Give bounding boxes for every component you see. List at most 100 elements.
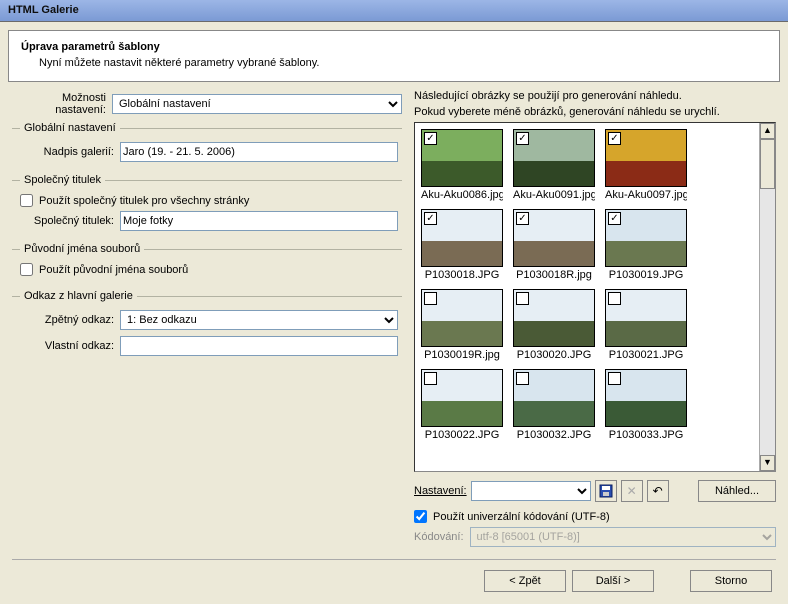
page-title: Úprava parametrů šablony <box>21 41 767 53</box>
scroll-up-icon[interactable]: ▲ <box>760 123 775 139</box>
fs-orig-names: Původní jména souborů Použít původní jmé… <box>12 243 402 284</box>
thumbnail-checkbox[interactable] <box>424 292 437 305</box>
thumbnail-caption: P1030032.JPG <box>513 429 595 441</box>
use-common-checkbox[interactable] <box>20 194 33 207</box>
encoding-select: utf-8 [65001 (UTF-8)] <box>470 527 776 547</box>
thumbnail-checkbox[interactable]: ✓ <box>608 132 621 145</box>
thumbnail-item[interactable]: ✓ Aku-Aku0086.jpg <box>421 129 503 201</box>
thumbnail-checkbox[interactable] <box>608 372 621 385</box>
note-line1: Následující obrázky se použijí pro gener… <box>414 90 776 102</box>
gallery-title-label: Nadpis galerií: <box>20 146 120 158</box>
thumbnail-item[interactable]: P1030032.JPG <box>513 369 595 441</box>
fs-link-legend: Odkaz z hlavní galerie <box>20 290 137 302</box>
thumbnail-item[interactable]: ✓ P1030019.JPG <box>605 209 687 281</box>
thumbnail-image[interactable]: ✓ <box>421 129 503 187</box>
thumbnail-checkbox[interactable]: ✓ <box>424 132 437 145</box>
scroll-thumb[interactable] <box>760 139 775 189</box>
utf8-label: Použít univerzální kódování (UTF-8) <box>433 511 610 523</box>
fs-main-link: Odkaz z hlavní galerie Zpětný odkaz: 1: … <box>12 290 402 362</box>
note-line2: Pokud vyberete méně obrázků, generování … <box>414 106 776 118</box>
thumbnail-caption: P1030019.JPG <box>605 269 687 281</box>
common-title-input[interactable] <box>120 211 398 231</box>
use-orig-checkbox[interactable] <box>20 263 33 276</box>
undo-icon: ↶ <box>653 484 663 498</box>
common-title-label: Společný titulek: <box>20 215 120 227</box>
encoding-label: Kódování: <box>414 531 470 543</box>
thumbnail-image[interactable]: ✓ <box>513 129 595 187</box>
thumbnail-item[interactable]: P1030022.JPG <box>421 369 503 441</box>
save-button[interactable] <box>595 480 617 502</box>
thumbnail-item[interactable]: ✓ P1030018R.jpg <box>513 209 595 281</box>
thumbnail-caption: Aku-Aku0091.jpg <box>513 189 595 201</box>
thumbnail-item[interactable]: ✓ Aku-Aku0091.jpg <box>513 129 595 201</box>
thumbnail-caption: P1030022.JPG <box>421 429 503 441</box>
thumbnail-caption: P1030018.JPG <box>421 269 503 281</box>
thumbnails-grid: ✓ Aku-Aku0086.jpg ✓ Aku-Aku0091.jpg ✓ Aku-Aku… <box>415 123 759 471</box>
back-button[interactable]: < Zpět <box>484 570 566 592</box>
fs-orig-legend: Původní jména souborů <box>20 243 144 255</box>
thumbnail-checkbox[interactable]: ✓ <box>608 212 621 225</box>
back-link-select[interactable]: 1: Bez odkazu <box>120 310 398 330</box>
thumbnail-item[interactable]: P1030033.JPG <box>605 369 687 441</box>
thumbnail-checkbox[interactable] <box>608 292 621 305</box>
options-label: Možnosti nastavení: <box>12 92 112 116</box>
preview-button[interactable]: Náhled... <box>698 480 776 502</box>
page-description: Nyní můžete nastavit některé parametry v… <box>39 57 767 69</box>
thumbnail-image[interactable] <box>513 289 595 347</box>
thumbnail-image[interactable] <box>421 369 503 427</box>
thumbnail-caption: P1030018R.jpg <box>513 269 595 281</box>
button-bar: < Zpět Další > Storno <box>12 559 776 592</box>
thumbnail-checkbox[interactable]: ✓ <box>516 212 529 225</box>
fs-common-legend: Společný titulek <box>20 174 105 186</box>
thumbnail-item[interactable]: ✓ P1030018.JPG <box>421 209 503 281</box>
delete-icon: ✕ <box>627 484 637 498</box>
undo-button[interactable]: ↶ <box>647 480 669 502</box>
title-bar: HTML Galerie <box>0 0 788 22</box>
next-button[interactable]: Další > <box>572 570 654 592</box>
thumbnail-caption: P1030033.JPG <box>605 429 687 441</box>
use-common-label: Použít společný titulek pro všechny strá… <box>39 195 249 207</box>
fs-global-legend: Globální nastavení <box>20 122 120 134</box>
delete-button[interactable]: ✕ <box>621 480 643 502</box>
cancel-button[interactable]: Storno <box>690 570 772 592</box>
use-orig-label: Použít původní jména souborů <box>39 264 188 276</box>
options-select[interactable]: Globální nastavení <box>112 94 402 114</box>
thumbnail-caption: Aku-Aku0097.jpg <box>605 189 687 201</box>
header-panel: Úprava parametrů šablony Nyní můžete nas… <box>8 30 780 82</box>
custom-link-input[interactable] <box>120 336 398 356</box>
thumbnail-image[interactable]: ✓ <box>513 209 595 267</box>
thumbnail-caption: P1030021.JPG <box>605 349 687 361</box>
thumbnail-image[interactable] <box>421 289 503 347</box>
thumbnail-image[interactable]: ✓ <box>605 129 687 187</box>
thumbnail-caption: Aku-Aku0086.jpg <box>421 189 503 201</box>
thumbnail-image[interactable] <box>605 369 687 427</box>
settings-select[interactable] <box>471 481 591 501</box>
save-icon <box>599 484 613 498</box>
custom-link-label: Vlastní odkaz: <box>20 340 120 352</box>
thumbnail-checkbox[interactable]: ✓ <box>424 212 437 225</box>
thumbnail-image[interactable]: ✓ <box>421 209 503 267</box>
thumbnail-image[interactable] <box>605 289 687 347</box>
scrollbar[interactable]: ▲ ▼ <box>759 123 775 471</box>
scroll-track[interactable] <box>760 189 775 455</box>
settings-label: Nastavení: <box>414 485 467 497</box>
thumbnail-item[interactable]: P1030020.JPG <box>513 289 595 361</box>
thumbnail-image[interactable] <box>513 369 595 427</box>
left-pane: Možnosti nastavení: Globální nastavení G… <box>12 90 408 549</box>
thumbnail-checkbox[interactable] <box>424 372 437 385</box>
thumbnails-container: ✓ Aku-Aku0086.jpg ✓ Aku-Aku0091.jpg ✓ Aku-Aku… <box>414 122 776 472</box>
thumbnail-checkbox[interactable] <box>516 372 529 385</box>
right-pane: Následující obrázky se použijí pro gener… <box>408 90 776 549</box>
thumbnail-caption: P1030020.JPG <box>513 349 595 361</box>
fs-common-title: Společný titulek Použít společný titulek… <box>12 174 402 237</box>
thumbnail-checkbox[interactable] <box>516 292 529 305</box>
back-link-label: Zpětný odkaz: <box>20 314 120 326</box>
thumbnail-item[interactable]: ✓ Aku-Aku0097.jpg <box>605 129 687 201</box>
gallery-title-input[interactable] <box>120 142 398 162</box>
thumbnail-item[interactable]: P1030019R.jpg <box>421 289 503 361</box>
scroll-down-icon[interactable]: ▼ <box>760 455 775 471</box>
thumbnail-checkbox[interactable]: ✓ <box>516 132 529 145</box>
thumbnail-image[interactable]: ✓ <box>605 209 687 267</box>
thumbnail-item[interactable]: P1030021.JPG <box>605 289 687 361</box>
utf8-checkbox[interactable] <box>414 510 427 523</box>
